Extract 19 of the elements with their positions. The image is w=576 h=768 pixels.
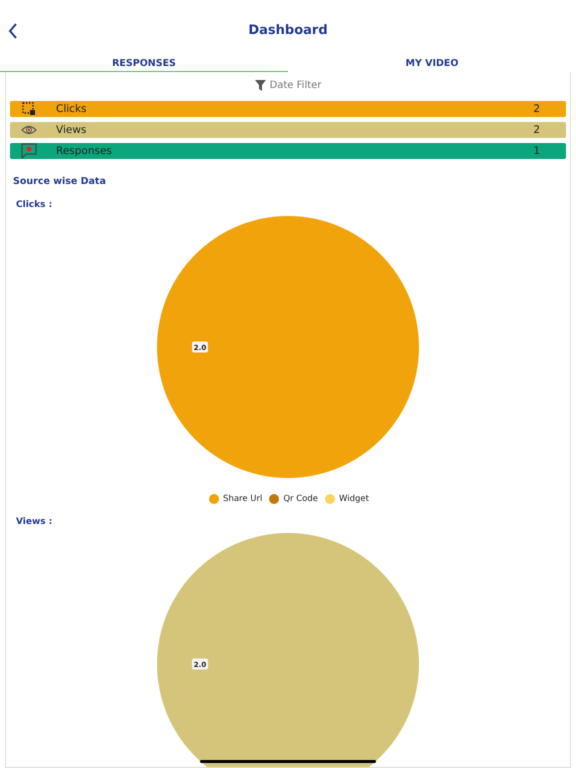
stat-label: Views bbox=[56, 124, 88, 136]
stat-label: Clicks bbox=[56, 103, 88, 115]
filter-icon bbox=[254, 80, 266, 91]
page-title: Dashboard bbox=[248, 22, 328, 38]
stat-value: 2 bbox=[533, 103, 540, 115]
chart-heading: Clicks : bbox=[16, 200, 54, 210]
stat-value: 2 bbox=[533, 124, 540, 136]
legend-label: Qr Code bbox=[283, 494, 318, 504]
section-title: Source wise Data bbox=[13, 176, 107, 187]
stat-value: 1 bbox=[533, 145, 540, 157]
tab[interactable]: MY VIDEO bbox=[288, 58, 576, 72]
chat-bubble-icon bbox=[21, 143, 37, 159]
stat-label: Responses bbox=[56, 145, 113, 157]
legend-label: Widget bbox=[339, 494, 369, 504]
chart-heading: Views : bbox=[16, 517, 54, 527]
date-filter-button[interactable]: Date Filter bbox=[254, 80, 322, 91]
tab[interactable]: RESPONSES bbox=[0, 58, 288, 72]
dotted-square-icon bbox=[21, 101, 37, 117]
legend-label: Share Url bbox=[223, 494, 262, 504]
